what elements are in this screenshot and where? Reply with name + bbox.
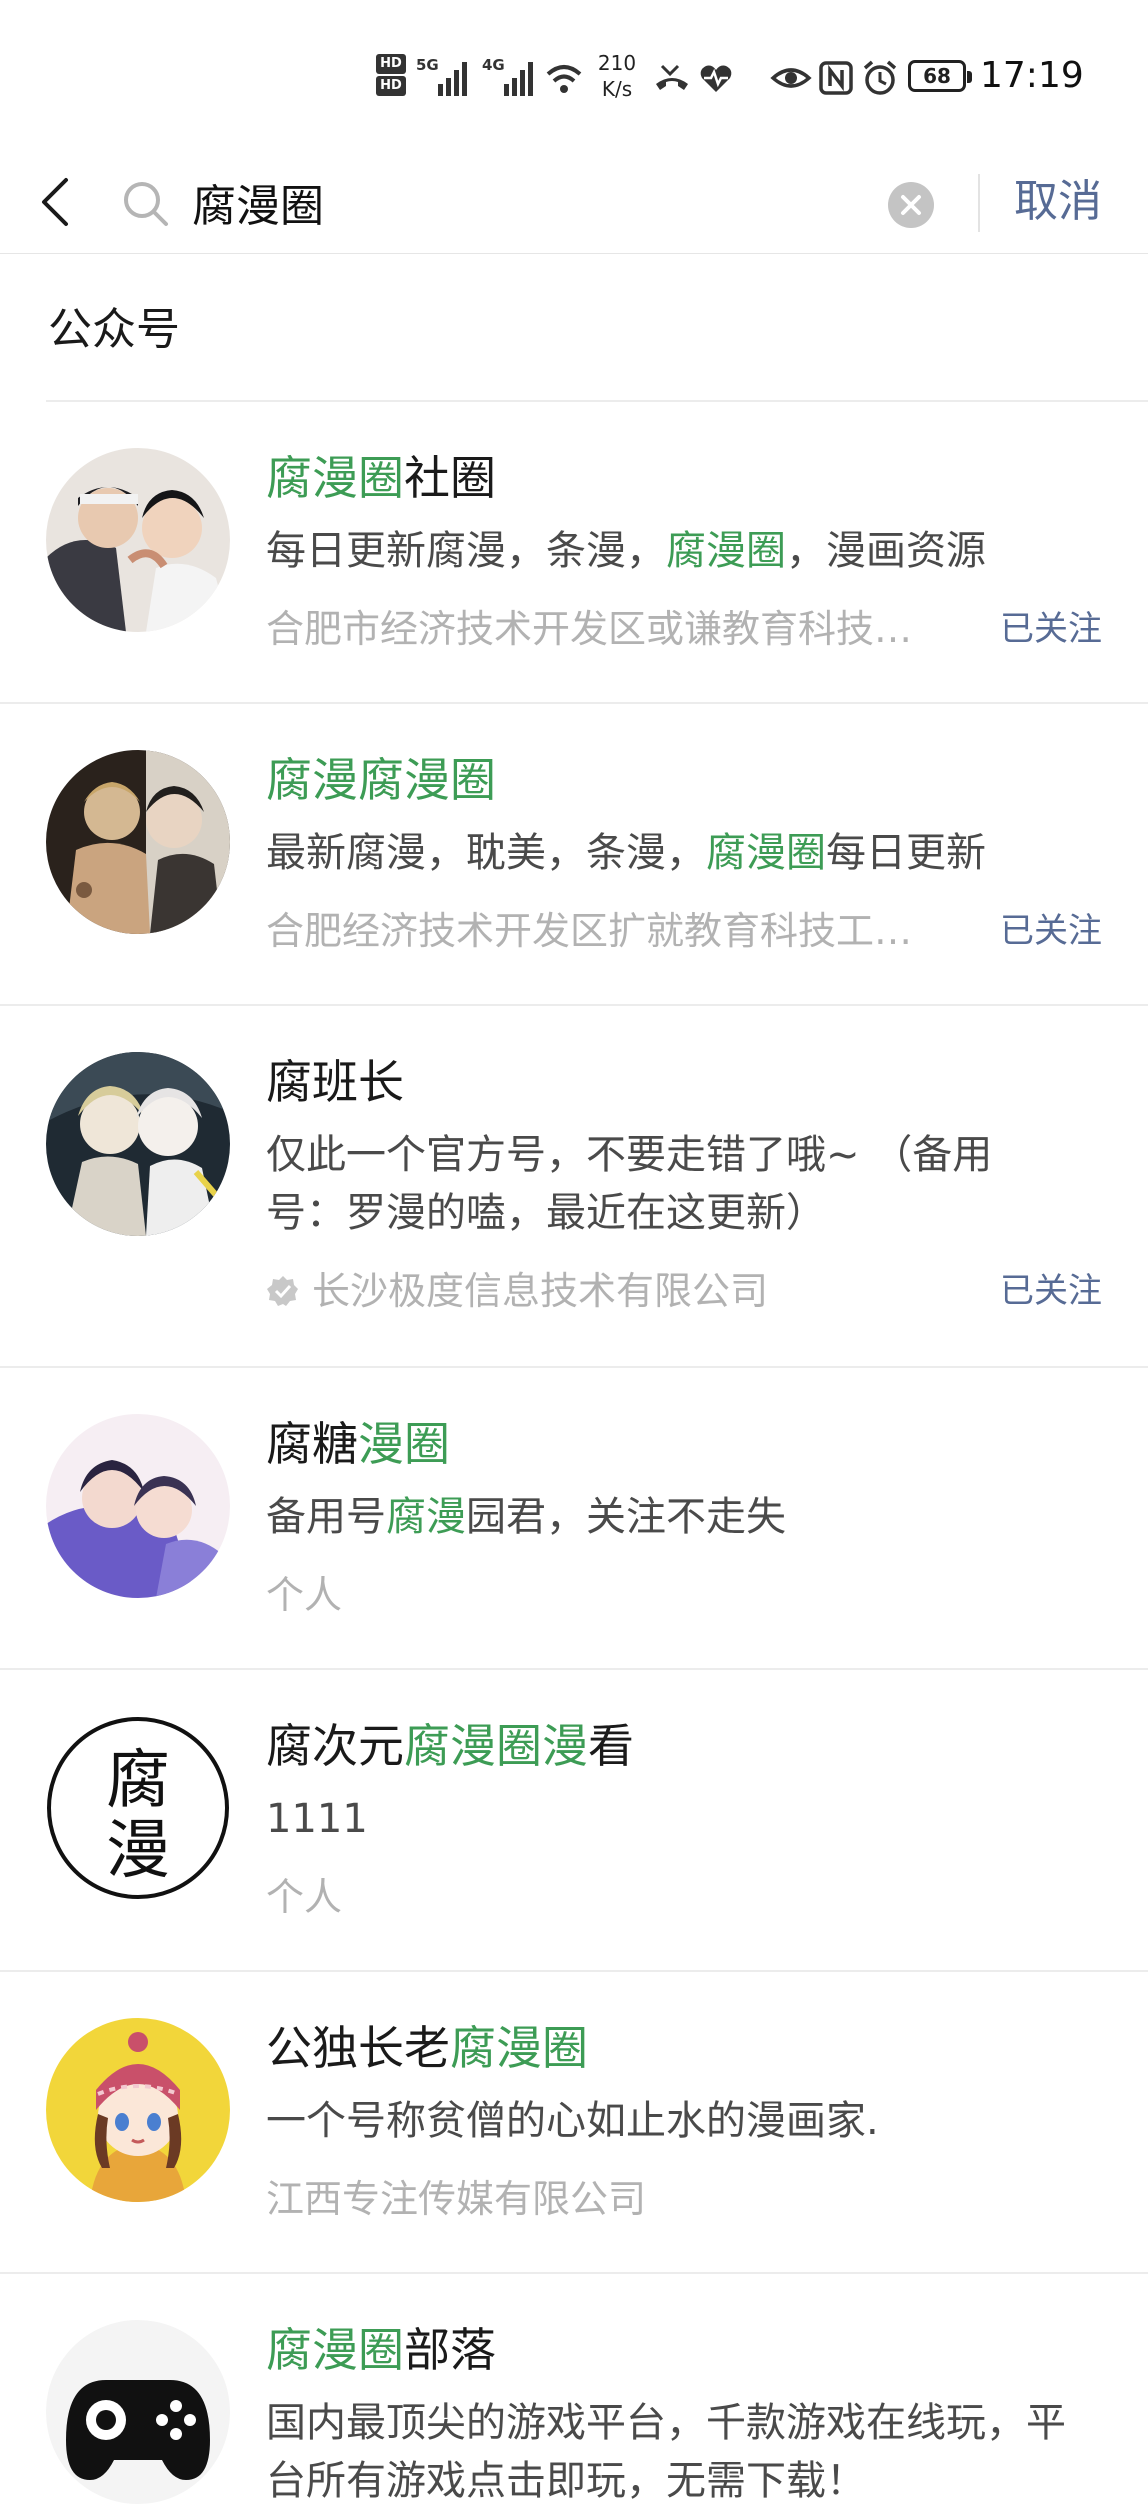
account-name: 腐漫圈部落 <box>266 2318 496 2382</box>
result-item[interactable]: 腐漫腐漫圈 最新腐漫，耽美，条漫，腐漫圈每日更新 合肥经济技术开发区扩就教育科技… <box>0 704 1148 1006</box>
close-icon <box>901 195 921 215</box>
account-description: 一个号称贫僧的心如止水的漫画家. <box>266 2092 1056 2150</box>
account-owner: 江西专注传媒有限公司 <box>266 2177 647 2221</box>
search-input[interactable] <box>192 170 842 234</box>
wifi-icon <box>544 54 584 102</box>
name-part: 腐糖 <box>266 1417 358 1471</box>
account-avatar <box>46 750 230 934</box>
cancel-button[interactable]: 取消 <box>1014 170 1102 234</box>
name-part: 腐漫腐漫圈 <box>266 753 496 807</box>
account-owner: 个人 <box>266 1573 343 1617</box>
signal-icon: 5G <box>416 54 476 102</box>
account-owner: 合肥市经济技术开发区或谦教育科技… <box>266 607 913 651</box>
result-item[interactable]: 腐漫圈部落 国内最顶尖的游戏平台，千款游戏在线玩，平台所有游戏点击即玩，无需下载… <box>0 2274 1148 2514</box>
chevron-left-icon <box>42 178 68 226</box>
search-bar: 取消 <box>0 150 1148 254</box>
account-avatar <box>46 2320 230 2504</box>
account-avatar <box>46 1052 230 1236</box>
name-part: 看 <box>588 1719 634 1773</box>
account-description: 仅此一个官方号，不要走错了哦~ （备用号：罗漫的嗑，最近在这更新） <box>266 1126 1026 1242</box>
desc-part: 每日更新腐漫，条漫， <box>266 528 666 574</box>
name-part: 腐班长 <box>266 1055 404 1109</box>
battery-icon: 68 <box>908 60 972 92</box>
hd-bottom-label: HD <box>376 76 406 96</box>
account-avatar <box>46 448 230 632</box>
follow-status: 已关注 <box>1000 911 1102 951</box>
name-part: 腐漫圈 <box>450 2021 588 2075</box>
desc-part: 每日更新 <box>826 830 986 876</box>
desc-part: 园君，关注不走失 <box>466 1494 786 1540</box>
desc-part: 腐漫圈 <box>666 528 786 574</box>
name-part: 公独长老 <box>266 2021 450 2075</box>
signal-icon-secondary: 4G <box>482 54 542 102</box>
account-name: 腐班长 <box>266 1050 404 1114</box>
account-avatar <box>46 1414 230 1598</box>
desc-part: 一个号称贫僧的心如止水的漫画家. <box>266 2098 879 2144</box>
alarm-icon <box>860 54 900 102</box>
name-part: 腐漫圈 <box>266 451 404 505</box>
name-part: 部落 <box>404 2323 496 2377</box>
desc-part: 腐漫 <box>386 1494 466 1540</box>
result-item[interactable]: 腐班长 仅此一个官方号，不要走错了哦~ （备用号：罗漫的嗑，最近在这更新） 长沙… <box>0 1006 1148 1368</box>
desc-part: 最新腐漫，耽美，条漫， <box>266 830 706 876</box>
clock: 17:19 <box>980 55 1084 96</box>
back-button[interactable] <box>30 170 90 234</box>
result-item[interactable]: 腐漫圈社圈 每日更新腐漫，条漫，腐漫圈，漫画资源 合肥市经济技术开发区或谦教育科… <box>0 402 1148 704</box>
desc-part: 国内最顶尖的游戏平台，千款游戏在线玩，平台所有游戏点击即玩，无需下载！ <box>266 2400 1066 2504</box>
name-part: 社圈 <box>404 451 496 505</box>
avatar-text-bottom: 漫 <box>106 1814 170 1888</box>
desc-part: 腐漫圈 <box>706 830 826 876</box>
health-icon <box>696 54 736 102</box>
account-owner: 长沙极度信息技术有限公司 <box>266 1264 906 1318</box>
result-item[interactable]: 腐糖漫圈 备用号腐漫园君，关注不走失 个人 <box>0 1368 1148 1670</box>
name-part: 腐漫圈漫 <box>404 1719 588 1773</box>
account-description: 每日更新腐漫，条漫，腐漫圈，漫画资源 <box>266 522 1056 580</box>
hd-voice-icon: HD HD <box>376 52 410 104</box>
account-avatar: 腐 漫 <box>46 1716 230 1900</box>
account-owner: 合肥经济技术开发区扩就教育科技工… <box>266 909 913 953</box>
desc-part: 1111 <box>266 1796 368 1842</box>
name-part: 腐次元 <box>266 1719 404 1773</box>
desc-part: 仅此一个官方号，不要走错了哦~ （备用号：罗漫的嗑，最近在这更新） <box>266 1132 993 1236</box>
account-name: 腐次元腐漫圈漫看 <box>266 1714 634 1778</box>
account-name: 腐糖漫圈 <box>266 1412 450 1476</box>
name-part: 腐漫圈 <box>266 2323 404 2377</box>
clear-search-button[interactable] <box>888 182 934 228</box>
nfc-icon <box>818 54 854 102</box>
eye-icon <box>770 54 812 102</box>
name-part: 漫圈 <box>358 1417 450 1471</box>
section-title: 公众号 <box>48 304 180 355</box>
network-type-5g: 5G <box>416 56 439 74</box>
verified-icon <box>267 1276 298 1306</box>
result-item[interactable]: 公独长老腐漫圈 一个号称贫僧的心如止水的漫画家. 江西专注传媒有限公司 <box>0 1972 1148 2274</box>
search-divider <box>978 174 980 232</box>
network-speed: 210 K/s <box>592 50 642 101</box>
avatar-text-top: 腐 <box>106 1744 170 1818</box>
speed-value: 210 <box>597 51 637 75</box>
hd-top-label: HD <box>376 54 406 74</box>
account-owner: 个人 <box>266 1875 343 1919</box>
account-name: 腐漫腐漫圈 <box>266 748 496 812</box>
desc-part: ，漫画资源 <box>786 528 986 574</box>
follow-status: 已关注 <box>1000 1271 1102 1311</box>
account-name: 腐漫圈社圈 <box>266 446 496 510</box>
search-icon <box>120 178 172 230</box>
network-type-4g: 4G <box>482 56 505 74</box>
result-item[interactable]: 腐 漫 腐次元腐漫圈漫看 1111 个人 <box>0 1670 1148 1972</box>
owner-name: 长沙极度信息技术有限公司 <box>312 1269 769 1313</box>
desc-part: 备用号 <box>266 1494 386 1540</box>
account-avatar <box>46 2018 230 2202</box>
account-description: 1111 <box>266 1790 1056 1848</box>
account-description: 备用号腐漫园君，关注不走失 <box>266 1488 1056 1546</box>
account-description: 国内最顶尖的游戏平台，千款游戏在线玩，平台所有游戏点击即玩，无需下载！ <box>266 2394 1066 2510</box>
follow-status: 已关注 <box>1000 609 1102 649</box>
status-bar: HD HD 5G 4G 210 K/s 68 17:19 <box>0 0 1148 150</box>
missed-call-icon <box>652 54 692 102</box>
account-description: 最新腐漫，耽美，条漫，腐漫圈每日更新 <box>266 824 1056 882</box>
account-name: 公独长老腐漫圈 <box>266 2016 588 2080</box>
result-list: 腐漫圈社圈 每日更新腐漫，条漫，腐漫圈，漫画资源 合肥市经济技术开发区或谦教育科… <box>0 402 1148 2514</box>
speed-unit: K/s <box>601 77 633 101</box>
